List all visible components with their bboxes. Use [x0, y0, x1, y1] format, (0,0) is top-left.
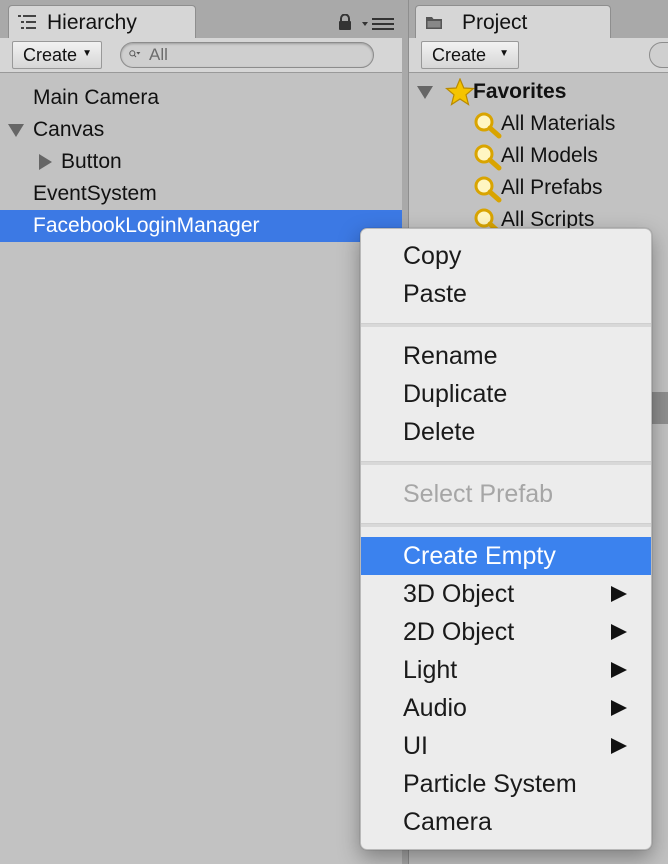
hierarchy-create-button[interactable]: Create ▼	[12, 41, 102, 69]
hierarchy-list-icon	[18, 15, 36, 29]
menu-separator	[361, 323, 651, 327]
panel-menu-icon[interactable]	[362, 17, 396, 31]
hierarchy-search-input[interactable]	[149, 44, 364, 66]
menu-item-select-prefab: Select Prefab	[361, 475, 651, 513]
dropdown-caret-icon: ▼	[82, 48, 92, 59]
submenu-arrow-icon	[611, 662, 627, 678]
create-label: Create	[432, 45, 487, 65]
favorite-item-all-prefabs[interactable]: All Prefabs	[409, 172, 668, 204]
star-icon	[445, 78, 475, 106]
project-scrollbar-thumb[interactable]	[650, 392, 668, 424]
item-label: Canvas	[33, 118, 105, 141]
hierarchy-item-facebookloginmanager[interactable]: FacebookLoginManager	[0, 210, 402, 242]
tab-hierarchy[interactable]: Hierarchy	[8, 5, 196, 38]
item-label: All Prefabs	[501, 176, 603, 199]
project-search-field[interactable]	[649, 42, 668, 68]
lock-icon[interactable]	[338, 14, 352, 30]
project-tabbar: Project	[409, 0, 668, 38]
favorites-label: Favorites	[473, 80, 567, 103]
hierarchy-item-button[interactable]: Button	[0, 146, 402, 178]
menu-item-label: UI	[403, 732, 428, 760]
menu-item-label: Light	[403, 656, 458, 684]
project-create-button[interactable]: Create ▼	[421, 41, 519, 69]
menu-item-label: 2D Object	[403, 618, 515, 646]
item-label: Main Camera	[33, 86, 160, 109]
menu-item-label: Duplicate	[403, 380, 508, 408]
menu-item-label: 3D Object	[403, 580, 515, 608]
collapsed-arrow-icon[interactable]	[39, 154, 52, 170]
expanded-arrow-icon[interactable]	[8, 124, 24, 137]
dropdown-caret-icon: ▼	[499, 48, 509, 59]
menu-item-label: Delete	[403, 418, 476, 446]
expanded-arrow-icon[interactable]	[417, 86, 433, 99]
menu-separator	[361, 523, 651, 527]
search-icon	[474, 176, 502, 203]
hierarchy-search-field[interactable]	[120, 42, 374, 68]
menu-item-3d-object[interactable]: 3D Object	[361, 575, 651, 613]
tab-label: Hierarchy	[47, 11, 137, 34]
menu-item-duplicate[interactable]: Duplicate	[361, 375, 651, 413]
item-label: All Models	[501, 144, 598, 167]
menu-item-label: Rename	[403, 342, 498, 370]
hierarchy-tabbar: Hierarchy	[0, 0, 402, 38]
item-label: EventSystem	[33, 182, 157, 205]
menu-item-label: Select Prefab	[403, 480, 554, 508]
menu-item-delete[interactable]: Delete	[361, 413, 651, 451]
hierarchy-item-eventsystem[interactable]: EventSystem	[0, 178, 402, 210]
menu-item-paste[interactable]: Paste	[361, 275, 651, 313]
menu-item-label: Camera	[403, 808, 492, 836]
menu-item-label: Particle System	[403, 770, 577, 798]
hierarchy-panel: Hierarchy Create ▼ Main Camera	[0, 0, 403, 864]
menu-item-2d-object[interactable]: 2D Object	[361, 613, 651, 651]
project-toolbar: Create ▼	[409, 38, 668, 73]
favorite-item-all-materials[interactable]: All Materials	[409, 108, 668, 140]
menu-item-light[interactable]: Light	[361, 651, 651, 689]
menu-item-label: Audio	[403, 694, 467, 722]
tab-label: Project	[462, 11, 528, 34]
menu-separator	[361, 461, 651, 465]
create-label: Create	[23, 45, 78, 65]
menu-item-create-empty[interactable]: Create Empty	[361, 537, 651, 575]
favorite-item-all-models[interactable]: All Models	[409, 140, 668, 172]
tab-project[interactable]: Project	[415, 5, 611, 38]
context-menu: Copy Paste Rename Duplicate Delete Selec…	[360, 228, 652, 850]
hierarchy-item-main-camera[interactable]: Main Camera	[0, 82, 402, 114]
submenu-arrow-icon	[611, 624, 627, 640]
folder-icon	[426, 17, 442, 29]
menu-item-camera[interactable]: Camera	[361, 803, 651, 841]
hierarchy-toolbar: Create ▼	[0, 38, 402, 73]
menu-item-copy[interactable]: Copy	[361, 237, 651, 275]
menu-item-audio[interactable]: Audio	[361, 689, 651, 727]
search-dropdown-icon	[129, 50, 141, 58]
item-label: All Materials	[501, 112, 616, 135]
submenu-arrow-icon	[611, 586, 627, 602]
menu-item-particle-system[interactable]: Particle System	[361, 765, 651, 803]
search-icon	[474, 112, 502, 139]
menu-item-label: Copy	[403, 242, 462, 270]
item-label: Button	[61, 150, 122, 173]
menu-item-rename[interactable]: Rename	[361, 337, 651, 375]
hierarchy-item-canvas[interactable]: Canvas	[0, 114, 402, 146]
item-label: FacebookLoginManager	[33, 214, 260, 237]
submenu-arrow-icon	[611, 738, 627, 754]
favorites-header[interactable]: Favorites	[409, 76, 668, 108]
submenu-arrow-icon	[611, 700, 627, 716]
menu-item-label: Paste	[403, 280, 467, 308]
menu-item-label: Create Empty	[403, 542, 556, 570]
search-icon	[474, 144, 502, 171]
menu-item-ui[interactable]: UI	[361, 727, 651, 765]
